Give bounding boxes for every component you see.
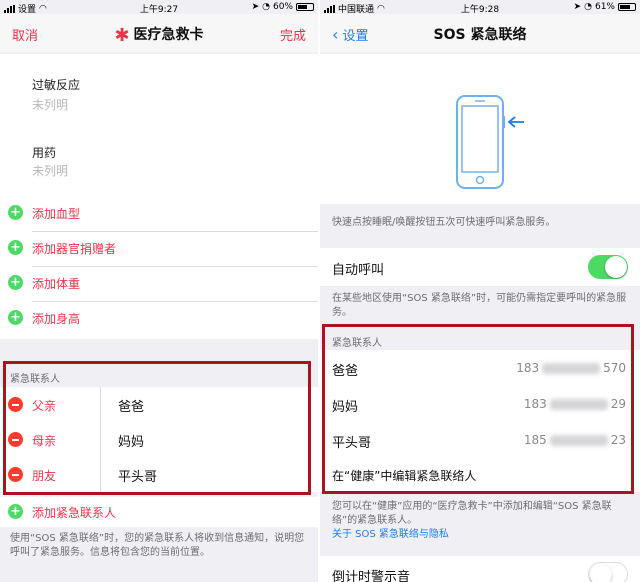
done-button[interactable]: 完成 (280, 25, 306, 44)
battery-percent: 60% (272, 2, 293, 12)
nav-bar: 取消 ✱ 医疗急救卡 完成 (0, 14, 318, 52)
battery-icon (296, 3, 314, 11)
location-icon: ➤ (251, 2, 260, 12)
alarm-icon: ◔ (262, 2, 270, 12)
medical-id-screen: 设置 ◠ 上午9:27 ➤ ◔ 60% 取消 ✱ 医疗急救卡 完成 过敏反应 未列… (0, 0, 318, 582)
highlight-box (322, 324, 634, 494)
auto-call-note: 在某些地区使用“SOS 紧急联络”时，可能仍需指定要呼叫的紧急服务。 (332, 293, 627, 318)
medications-value[interactable]: 未列明 (32, 162, 68, 179)
add-items-list: + 添加血型 + 添加器官捐赠者 + 添加体重 + 添加身高 (0, 194, 318, 339)
auto-call-toggle[interactable] (588, 255, 628, 279)
plus-icon: + (8, 310, 23, 325)
add-blood-type-row[interactable]: + 添加血型 (0, 196, 318, 231)
countdown-sound-toggle[interactable] (588, 562, 628, 582)
privacy-link[interactable]: 关于 SOS 紧急联络与隐私 (332, 529, 449, 540)
add-emergency-contact-label: 添加紧急联系人 (32, 506, 117, 520)
medications-label: 用药 (32, 146, 57, 160)
page-title-text: 医疗急救卡 (133, 27, 204, 43)
status-bar: 中国联通 ◠ 上午9:28 ➤ ◔ 61% (320, 0, 640, 15)
health-note: 您可以在“健康”应用的“医疗急救卡”中添加和编辑“SOS 紧急联络”的紧急联系人… (332, 500, 628, 542)
medical-star-icon: ✱ (114, 25, 130, 46)
alarm-icon: ◔ (584, 2, 592, 12)
plus-icon: + (8, 205, 23, 220)
phone-side-button-icon (456, 95, 524, 189)
health-note-text: 您可以在“健康”应用的“医疗急救卡”中添加和编辑“SOS 紧急联络”的紧急联系人… (332, 501, 612, 526)
status-bar: 设置 ◠ 上午9:27 ➤ ◔ 60% (0, 0, 318, 15)
location-icon: ➤ (573, 2, 582, 12)
add-organ-donor-row[interactable]: + 添加器官捐赠者 (0, 231, 318, 266)
nav-bar: ‹ 设置 SOS 紧急联络 (320, 14, 640, 52)
page-title: SOS 紧急联络 (433, 27, 527, 43)
auto-call-row: 自动呼叫 (320, 248, 640, 286)
plus-icon: + (8, 240, 23, 255)
battery-percent: 61% (594, 2, 615, 12)
sos-description: 快速点按睡眠/唤醒按钮五次可快速呼叫紧急服务。 (332, 217, 556, 228)
add-height-row[interactable]: + 添加身高 (0, 301, 318, 336)
countdown-sound-label: 倒计时警示音 (332, 570, 411, 582)
battery-icon (618, 3, 636, 11)
highlight-box (3, 361, 311, 495)
page-title: ✱ 医疗急救卡 (0, 24, 318, 46)
phone-illustration (320, 54, 640, 204)
medical-fields: 过敏反应 未列明 用药 未列明 (0, 54, 318, 194)
add-weight-label: 添加体重 (32, 277, 81, 291)
add-weight-row[interactable]: + 添加体重 (0, 266, 318, 301)
add-height-label: 添加身高 (32, 312, 81, 326)
plus-icon: + (8, 275, 23, 290)
auto-call-label: 自动呼叫 (332, 263, 385, 278)
allergies-value[interactable]: 未列明 (32, 96, 68, 113)
allergies-label: 过敏反应 (32, 78, 81, 92)
add-blood-type-label: 添加血型 (32, 207, 81, 221)
countdown-sound-row: 倒计时警示音 (320, 556, 640, 582)
sos-footer-note: 使用“SOS 紧急联络”时，您的紧急联系人将收到信息通知，说明您呼叫了紧急服务。… (10, 533, 305, 558)
add-emergency-contact-row[interactable]: + 添加紧急联系人 (0, 497, 318, 527)
plus-icon: + (8, 504, 23, 519)
add-organ-donor-label: 添加器官捐赠者 (32, 242, 117, 256)
emergency-sos-screen: 中国联通 ◠ 上午9:28 ➤ ◔ 61% ‹ 设置 SOS 紧急联络 快速点按… (320, 0, 640, 582)
